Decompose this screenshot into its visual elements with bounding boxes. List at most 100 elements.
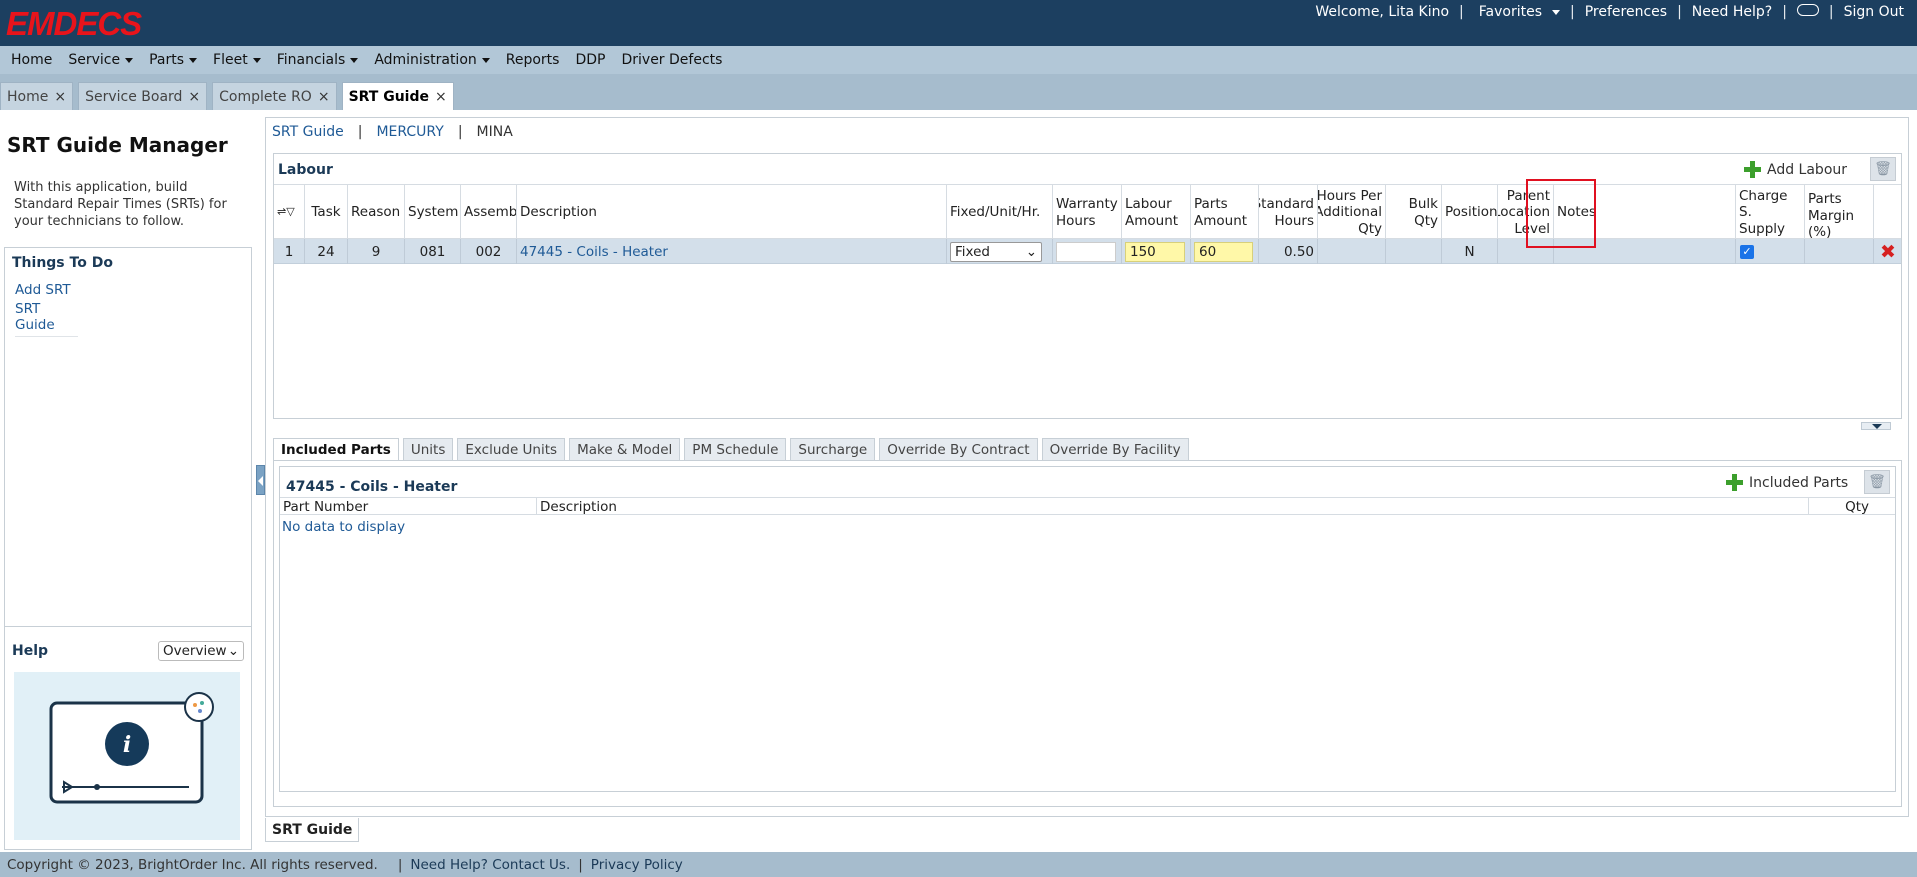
chevron-down-icon: ⌄ bbox=[227, 643, 239, 659]
video-info-illustration: i bbox=[49, 692, 214, 804]
warranty-hours-input[interactable] bbox=[1056, 241, 1116, 262]
add-included-parts-label: Included Parts bbox=[1749, 474, 1849, 491]
favorites-menu[interactable]: Favorites bbox=[1474, 4, 1561, 20]
welcome-text: Welcome, Lita Kino bbox=[1315, 4, 1450, 20]
things-to-do-title: Things To Do bbox=[12, 255, 113, 271]
tab-label: Home bbox=[7, 88, 49, 105]
charge-supply-checkbox[interactable]: ✓ bbox=[1740, 244, 1754, 259]
sign-out-link[interactable]: Sign Out bbox=[1844, 4, 1904, 20]
chevron-down-icon bbox=[125, 57, 134, 63]
tab-complete-ro[interactable]: Complete RO × bbox=[212, 82, 337, 110]
column-header-description[interactable]: Description bbox=[517, 185, 947, 240]
tab-units[interactable]: Units bbox=[402, 438, 454, 460]
tab-override-by-contract[interactable]: Override By Contract bbox=[879, 438, 1038, 460]
labour-amount-input[interactable]: 150 bbox=[1125, 241, 1185, 262]
breadcrumb-mercury[interactable]: MERCURY bbox=[376, 124, 443, 140]
close-icon[interactable]: × bbox=[318, 89, 330, 105]
chevron-down-icon bbox=[252, 57, 261, 63]
column-header-standard-hours[interactable]: Standard Hours bbox=[1259, 185, 1318, 240]
emdecs-logo[interactable]: EMDECS bbox=[6, 5, 142, 43]
footer: Copyright © 2023, BrightOrder Inc. All r… bbox=[0, 852, 1917, 877]
tab-exclude-units[interactable]: Exclude Units bbox=[457, 438, 566, 460]
column-header-qty[interactable]: Qty bbox=[1809, 498, 1896, 515]
contact-us-link[interactable]: Need Help? Contact Us. bbox=[410, 857, 570, 873]
chevron-down-icon bbox=[350, 57, 359, 63]
menu-administration[interactable]: Administration bbox=[366, 52, 497, 68]
column-header-assembly[interactable]: Assembly bbox=[461, 185, 517, 240]
breadcrumb-srt-guide[interactable]: SRT Guide bbox=[272, 124, 344, 140]
help-select-value: Overview bbox=[163, 643, 227, 659]
cloud-icon[interactable] bbox=[1796, 4, 1819, 20]
tab-srt-guide[interactable]: SRT Guide × bbox=[341, 82, 454, 110]
tab-make-model[interactable]: Make & Model bbox=[569, 438, 681, 460]
cell-assembly: 002 bbox=[461, 239, 517, 264]
column-header-position[interactable]: Position bbox=[1442, 185, 1498, 240]
cell-charge-supply: ✓ bbox=[1736, 239, 1805, 264]
cell-labour-amount: 150 bbox=[1122, 239, 1191, 264]
delete-x-icon: ✖ bbox=[1880, 240, 1896, 263]
chevron-down-icon bbox=[481, 57, 490, 63]
privacy-policy-link[interactable]: Privacy Policy bbox=[591, 857, 683, 873]
menu-driver-defects[interactable]: Driver Defects bbox=[613, 52, 730, 68]
cell-warranty-hours bbox=[1053, 239, 1122, 264]
included-parts-grid: 47445 - Coils - Heater Included Parts 🗑 … bbox=[279, 466, 1896, 792]
column-header-warranty-hours[interactable]: Warranty Hours bbox=[1053, 185, 1122, 240]
column-header-labour-amount[interactable]: Labour Amount bbox=[1122, 185, 1191, 240]
column-header-system[interactable]: System bbox=[405, 185, 461, 240]
add-srt-link[interactable]: Add SRT bbox=[15, 282, 71, 298]
menu-home[interactable]: Home bbox=[3, 52, 60, 68]
tab-pm-schedule[interactable]: PM Schedule bbox=[684, 438, 787, 460]
need-help-link[interactable]: Need Help? bbox=[1692, 4, 1772, 20]
tab-srt-guide-bottom[interactable]: SRT Guide bbox=[265, 818, 360, 842]
plus-icon bbox=[1744, 161, 1761, 178]
trash-icon[interactable]: 🗑 bbox=[1870, 157, 1896, 181]
preferences-link[interactable]: Preferences bbox=[1585, 4, 1667, 20]
menu-service[interactable]: Service bbox=[60, 52, 141, 68]
close-icon[interactable]: × bbox=[435, 89, 447, 105]
menu-reports[interactable]: Reports bbox=[498, 52, 568, 68]
trash-icon[interactable]: 🗑 bbox=[1864, 470, 1890, 494]
cell-reason: 9 bbox=[348, 239, 405, 264]
menu-financials[interactable]: Financials bbox=[269, 52, 367, 68]
top-bar: EMDECS Welcome, Lita Kino | Favorites | Pr… bbox=[0, 0, 1917, 46]
column-header-description[interactable]: Description bbox=[537, 498, 1809, 515]
tab-service-board[interactable]: Service Board × bbox=[78, 82, 208, 110]
menu-fleet[interactable]: Fleet bbox=[205, 52, 269, 68]
panel-splitter-toggle[interactable] bbox=[1861, 422, 1891, 430]
column-header-fixed-unit-hr[interactable]: Fixed/Unit/Hr. bbox=[947, 185, 1053, 240]
tab-override-by-facility[interactable]: Override By Facility bbox=[1041, 438, 1189, 460]
srt-guide-link[interactable]: SRT Guide bbox=[15, 301, 78, 337]
column-menu-icon[interactable]: ⇌▽ bbox=[274, 185, 305, 240]
add-included-parts-button[interactable]: Included Parts bbox=[1726, 474, 1848, 491]
cell-description-link[interactable]: 47445 - Coils - Heater bbox=[517, 239, 947, 264]
column-header-parts-margin[interactable]: Parts Margin (%) bbox=[1805, 185, 1874, 240]
column-header-hours-per-additional-qty[interactable]: Hours Per Additional Qty bbox=[1318, 185, 1386, 240]
detail-tabs: Included Parts Units Exclude Units Make … bbox=[273, 438, 1193, 460]
cell-parts-margin[interactable] bbox=[1805, 239, 1874, 264]
column-header-charge-supply[interactable]: Charge S. Supply bbox=[1736, 185, 1805, 240]
delete-row-button[interactable]: ✖ bbox=[1874, 239, 1902, 264]
close-icon[interactable]: × bbox=[188, 89, 200, 105]
add-labour-button[interactable]: Add Labour bbox=[1744, 161, 1847, 178]
column-header-task[interactable]: Task bbox=[305, 185, 348, 240]
column-header-parts-amount[interactable]: Parts Amount bbox=[1191, 185, 1259, 240]
menu-parts[interactable]: Parts bbox=[141, 52, 205, 68]
column-header-reason[interactable]: Reason bbox=[348, 185, 405, 240]
tab-home[interactable]: Home × bbox=[0, 82, 74, 110]
tab-surcharge[interactable]: Surcharge bbox=[790, 438, 876, 460]
tab-included-parts[interactable]: Included Parts bbox=[273, 438, 399, 460]
column-header-bulk-qty[interactable]: Bulk Qty bbox=[1386, 185, 1442, 240]
help-topic-select[interactable]: Overview ⌄ bbox=[158, 641, 244, 661]
breadcrumb: SRT Guide | MERCURY | MINA bbox=[272, 124, 513, 140]
labour-row[interactable]: 1 24 9 081 002 47445 - Coils - Heater Fi… bbox=[274, 239, 1901, 264]
parts-amount-input[interactable]: 60 bbox=[1194, 241, 1253, 262]
menu-ddp[interactable]: DDP bbox=[567, 52, 613, 68]
labour-panel: Labour Add Labour 🗑 ⇌▽ Task Reason Syste… bbox=[273, 153, 1902, 419]
collapse-left-pane-button[interactable] bbox=[256, 465, 265, 495]
tab-label: SRT Guide bbox=[348, 88, 429, 105]
fixed-unit-select[interactable]: Fixed ⌄ bbox=[950, 241, 1042, 262]
close-icon[interactable]: × bbox=[54, 89, 66, 105]
column-header-part-number[interactable]: Part Number bbox=[280, 498, 537, 515]
menu-label: Fleet bbox=[213, 52, 248, 68]
help-video-thumbnail[interactable]: i bbox=[14, 672, 240, 840]
